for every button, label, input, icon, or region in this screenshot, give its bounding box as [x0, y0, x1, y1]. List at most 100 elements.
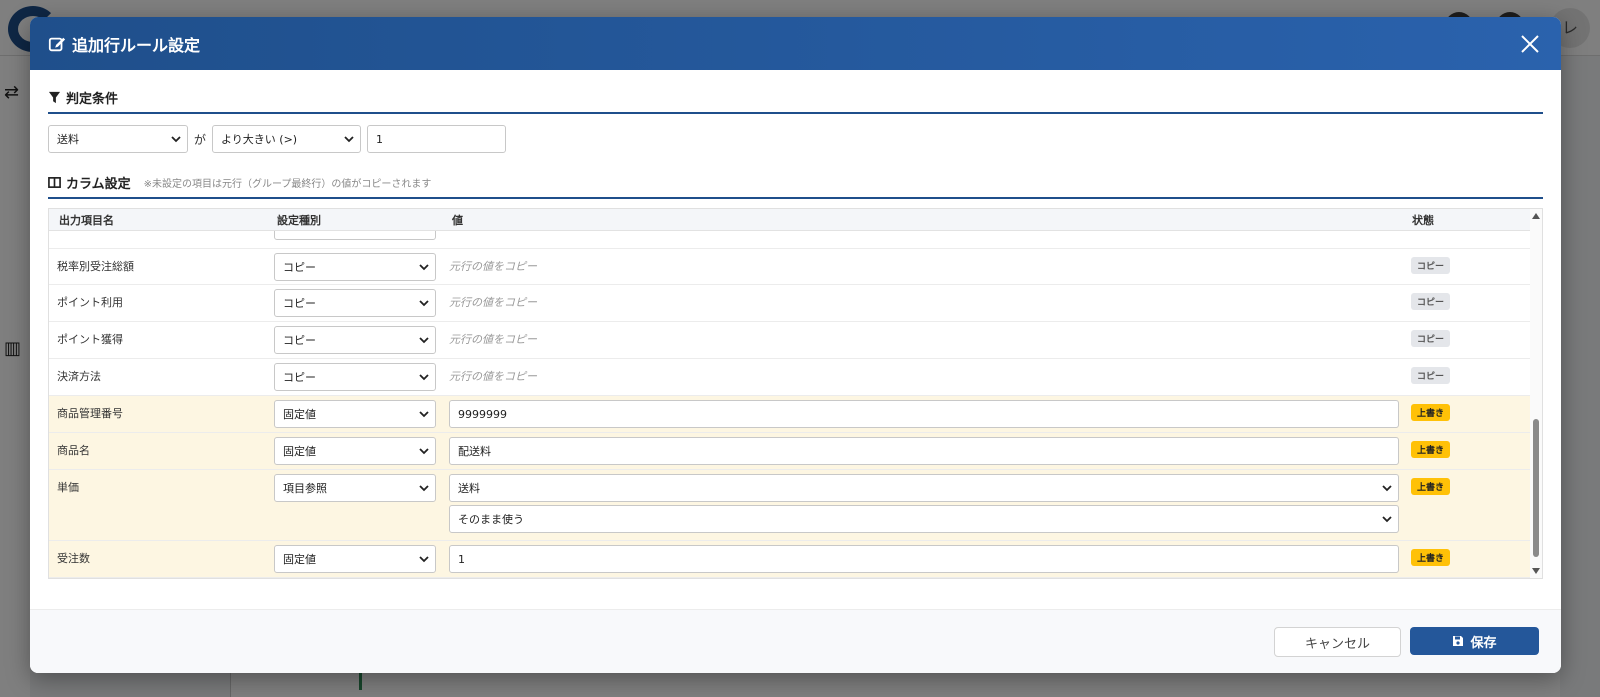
modal-header: 追加行ルール設定	[30, 17, 1561, 70]
chevron-down-icon	[1382, 485, 1392, 492]
column-settings-table[interactable]: 出力項目名 設定種別 値 状態 コピー 税率別受注総額 コピー	[48, 208, 1543, 579]
output-name: 商品名	[57, 444, 90, 457]
save-button[interactable]: 保存	[1410, 627, 1539, 655]
chevron-down-icon	[1382, 516, 1392, 523]
scroll-down-icon[interactable]	[1532, 568, 1540, 574]
setting-type-value: 固定値	[283, 445, 316, 458]
output-name: 税率別受注総額	[57, 260, 134, 273]
columns-icon	[48, 177, 61, 188]
rule-settings-modal: 追加行ルール設定 判定条件 送料 が より大きい (>) 1 カラム設定 ※未設…	[30, 17, 1561, 673]
value-input[interactable]: 9999999	[449, 400, 1399, 428]
status-badge: 上書き	[1411, 549, 1451, 566]
floppy-disk-icon	[1453, 636, 1464, 646]
save-button-label: 保存	[1470, 635, 1497, 651]
scroll-thumb[interactable]	[1533, 419, 1539, 557]
condition-operator-value: より大きい (>)	[221, 133, 298, 146]
close-button[interactable]	[1517, 31, 1543, 57]
chevron-down-icon	[419, 374, 429, 381]
chevron-down-icon	[344, 136, 354, 143]
value-input[interactable]: 配送料	[449, 437, 1399, 465]
table-body: コピー 税率別受注総額 コピー 元行の値をコピー コピー ポイント利用 コピー …	[49, 213, 1532, 578]
setting-type-value: コピー	[283, 297, 316, 310]
table-row: 単価 項目参照 送料 そのまま使う 上書き	[49, 470, 1532, 541]
output-name: ポイント獲得	[57, 333, 123, 346]
setting-type-value: コピー	[283, 334, 316, 347]
copy-placeholder: 元行の値をコピー	[449, 370, 537, 383]
status-badge: コピー	[1411, 293, 1451, 310]
modal-footer: キャンセル 保存	[30, 609, 1561, 673]
status-badge: 上書き	[1411, 478, 1451, 495]
chevron-down-icon	[419, 337, 429, 344]
condition-row: 送料 が より大きい (>) 1	[48, 125, 1543, 153]
edit-icon	[48, 37, 66, 51]
condition-field-select[interactable]: 送料	[48, 125, 188, 153]
copy-placeholder: 元行の値をコピー	[449, 260, 537, 273]
status-badge: 上書き	[1411, 404, 1451, 421]
output-name: 単価	[57, 481, 79, 494]
chevron-down-icon	[419, 485, 429, 492]
setting-type-select[interactable]: 固定値	[274, 400, 436, 428]
table-row: 商品管理番号 固定値 9999999 上書き	[49, 396, 1532, 433]
table-row: ポイント利用 コピー 元行の値をコピー コピー	[49, 285, 1532, 322]
setting-type-value: コピー	[283, 261, 316, 274]
table-row: 受注数 固定値 1 上書き	[49, 541, 1532, 578]
header-value: 値	[452, 213, 463, 227]
cancel-button[interactable]: キャンセル	[1274, 627, 1401, 657]
column-title-text: カラム設定	[66, 177, 131, 192]
output-name: 決済方法	[57, 370, 101, 383]
setting-type-select[interactable]: コピー	[274, 326, 436, 354]
setting-type-value: コピー	[283, 371, 316, 384]
output-name: 商品管理番号	[57, 407, 123, 420]
reference-field-value: 送料	[458, 482, 480, 495]
header-output-name: 出力項目名	[59, 213, 114, 227]
transform-select[interactable]: そのまま使う	[449, 505, 1399, 533]
transform-value: そのまま使う	[458, 513, 524, 526]
header-setting-type: 設定種別	[277, 213, 321, 227]
modal-title: 追加行ルール設定	[48, 32, 200, 56]
column-section-note: ※未設定の項目は元行（グループ最終行）の値がコピーされます	[143, 179, 432, 190]
setting-type-value: 項目参照	[283, 482, 327, 495]
close-icon	[1521, 34, 1539, 53]
reference-field-select[interactable]: 送料	[449, 474, 1399, 502]
table-row: 商品名 固定値 配送料 上書き	[49, 433, 1532, 470]
status-badge: コピー	[1411, 367, 1451, 384]
condition-section-title: 判定条件	[48, 88, 1543, 114]
modal-title-text: 追加行ルール設定	[72, 35, 201, 55]
output-name: 受注数	[57, 552, 90, 565]
copy-placeholder: 元行の値をコピー	[449, 296, 537, 309]
condition-operator-select[interactable]: より大きい (>)	[212, 125, 362, 153]
table-row: ポイント獲得 コピー 元行の値をコピー コピー	[49, 322, 1532, 359]
setting-type-select[interactable]: コピー	[274, 363, 436, 391]
scroll-up-icon[interactable]	[1532, 213, 1540, 219]
condition-field-value: 送料	[57, 133, 79, 146]
chevron-down-icon	[419, 411, 429, 418]
condition-title-text: 判定条件	[66, 92, 119, 107]
chevron-down-icon	[171, 136, 181, 143]
chevron-down-icon	[419, 264, 429, 271]
chevron-down-icon	[419, 300, 429, 307]
header-status: 状態	[1412, 213, 1434, 227]
table-row: 税率別受注総額 コピー 元行の値をコピー コピー	[49, 249, 1532, 285]
condition-particle: が	[194, 132, 207, 147]
setting-type-select[interactable]: 項目参照	[274, 474, 436, 502]
modal-body: 判定条件 送料 が より大きい (>) 1 カラム設定 ※未設定の項目は元行（グ…	[30, 70, 1561, 579]
condition-threshold-input[interactable]: 1	[367, 125, 507, 153]
chevron-down-icon	[419, 448, 429, 455]
setting-type-select[interactable]: コピー	[274, 253, 436, 281]
copy-placeholder: 元行の値をコピー	[449, 333, 537, 346]
output-name: ポイント利用	[57, 296, 123, 309]
setting-type-value: 固定値	[283, 553, 316, 566]
chevron-down-icon	[419, 556, 429, 563]
table-row: 決済方法 コピー 元行の値をコピー コピー	[49, 359, 1532, 396]
status-badge: コピー	[1411, 330, 1451, 347]
status-badge: コピー	[1411, 257, 1451, 274]
setting-type-value: 固定値	[283, 408, 316, 421]
table-scrollbar[interactable]	[1530, 209, 1542, 578]
column-section-title: カラム設定 ※未設定の項目は元行（グループ最終行）の値がコピーされます	[48, 173, 1543, 199]
setting-type-select[interactable]: 固定値	[274, 545, 436, 573]
value-input[interactable]: 1	[449, 545, 1399, 573]
status-badge: 上書き	[1411, 441, 1451, 458]
setting-type-select[interactable]: 固定値	[274, 437, 436, 465]
setting-type-select[interactable]: コピー	[274, 289, 436, 317]
filter-icon	[48, 91, 61, 104]
